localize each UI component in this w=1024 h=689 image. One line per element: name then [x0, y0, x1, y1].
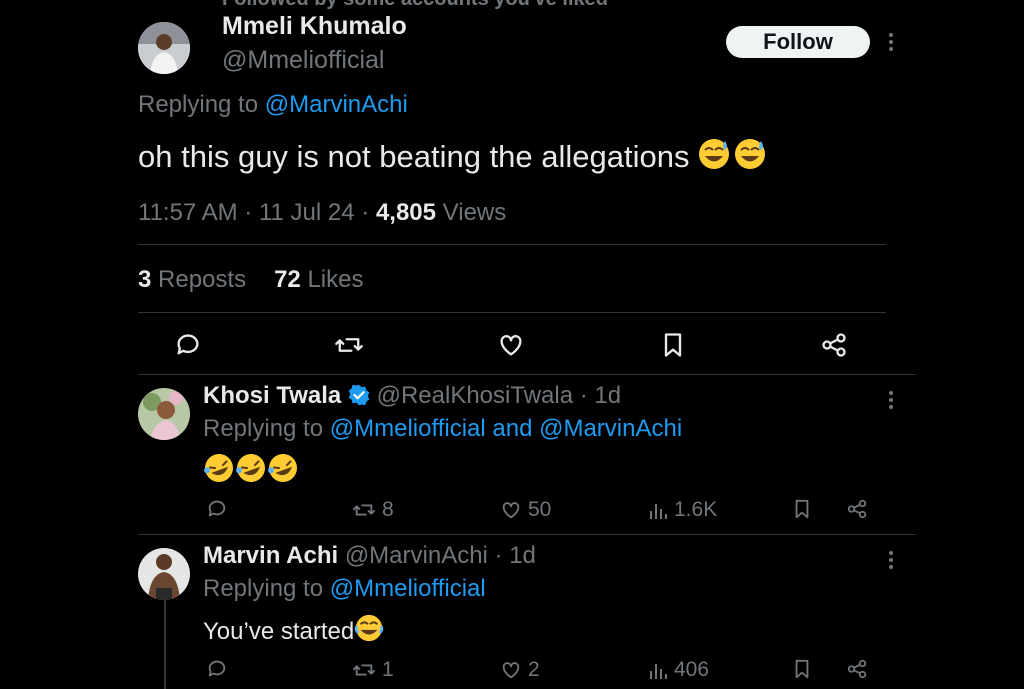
follow-button[interactable]: Follow [726, 26, 870, 58]
reply-author-name[interactable]: Marvin Achi [203, 542, 338, 569]
main-author-handle[interactable]: @Mmeliofficial [222, 46, 384, 75]
main-tweet-meta: 11:57 AM · 11 Jul 24 · 4,805 Views [138, 199, 507, 226]
reply-text-content: You’ve started [203, 618, 355, 645]
reply-header: Khosi Twala @RealKhosiTwala · 1d [203, 382, 622, 409]
avatar-khosi[interactable] [138, 388, 190, 440]
views-button[interactable]: 1.6K [648, 498, 717, 522]
reply-age[interactable]: 1d [594, 382, 621, 409]
more-options-icon[interactable] [886, 549, 896, 571]
views-count: 1.6K [674, 498, 718, 521]
like-icon [502, 502, 520, 519]
reply-author-handle[interactable]: @MarvinAchi [345, 542, 488, 569]
likes-stat[interactable]: 72 Likes [274, 266, 363, 293]
engagement-stats: 3 Reposts 72 Likes [138, 266, 363, 294]
reply-text [203, 452, 299, 485]
likes-label: Likes [307, 266, 364, 293]
avatar-marvin[interactable] [138, 548, 190, 600]
rolling-laughing-emoji-icon [203, 452, 299, 484]
reply-text: You’ve started [203, 613, 384, 646]
repost-icon [352, 504, 375, 516]
sweat-smile-emoji-icon [698, 137, 766, 171]
repost-count: 8 [382, 498, 394, 521]
main-tweet-text: oh this guy is not beating the allegatio… [138, 137, 766, 175]
reposts-count: 3 [138, 266, 152, 293]
thread-line [164, 600, 166, 689]
bookmark-icon[interactable] [660, 331, 686, 359]
tweet-text-content: oh this guy is not beating the allegatio… [138, 139, 690, 174]
like-button[interactable]: 50 [500, 498, 551, 522]
likes-count: 72 [274, 266, 301, 293]
share-icon[interactable] [846, 658, 868, 680]
views-count: 406 [674, 658, 710, 681]
replying-to-link[interactable]: @Mmeliofficial and @MarvinAchi [330, 415, 682, 442]
replying-to-link[interactable]: @MarvinAchi [265, 91, 408, 118]
like-icon[interactable] [497, 331, 525, 359]
bookmark-icon[interactable] [792, 498, 812, 520]
verified-badge-icon [348, 384, 370, 406]
reply-replying-to: Replying to @Mmeliofficial [203, 575, 486, 603]
more-options-icon[interactable] [886, 389, 896, 411]
reply-icon[interactable] [206, 658, 228, 680]
avatar-mmeli[interactable] [138, 22, 190, 74]
reposts-label: Reposts [158, 266, 247, 293]
divider [138, 244, 886, 245]
bookmark-icon[interactable] [792, 658, 812, 680]
like-count: 2 [528, 658, 540, 681]
followed-by-note: Followed by some accounts you've liked [222, 0, 608, 11]
replying-prefix: Replying to [138, 91, 265, 118]
divider [138, 374, 916, 375]
like-count: 50 [528, 498, 552, 521]
reply-icon[interactable] [174, 331, 202, 359]
main-replying-to: Replying to @MarvinAchi [138, 91, 408, 119]
reply-icon[interactable] [206, 498, 228, 520]
replying-prefix: Replying to [203, 415, 330, 442]
like-button[interactable]: 2 [500, 658, 540, 682]
main-author-name[interactable]: Mmeli Khumalo [222, 12, 407, 41]
share-icon[interactable] [820, 331, 848, 359]
views-icon [650, 504, 667, 519]
divider [138, 312, 886, 313]
share-icon[interactable] [846, 498, 868, 520]
reposts-stat[interactable]: 3 Reposts [138, 266, 246, 293]
repost-icon [352, 664, 375, 676]
tweet-time[interactable]: 11:57 AM [138, 199, 238, 226]
joy-emoji-icon [354, 613, 384, 643]
repost-button[interactable]: 8 [352, 498, 394, 522]
repost-icon[interactable] [334, 331, 364, 359]
divider [138, 534, 916, 535]
repost-button[interactable]: 1 [352, 658, 394, 682]
reply-author-name[interactable]: Khosi Twala [203, 382, 341, 409]
replying-to-link[interactable]: @Mmeliofficial [330, 575, 486, 602]
views-button[interactable]: 406 [648, 658, 709, 682]
like-icon [502, 662, 520, 679]
reply-replying-to: Replying to @Mmeliofficial and @MarvinAc… [203, 415, 682, 443]
more-options-icon[interactable] [886, 30, 896, 54]
repost-count: 1 [382, 658, 394, 681]
views-label: Views [442, 199, 507, 226]
reply-age[interactable]: 1d [509, 542, 536, 569]
views-icon [650, 664, 667, 679]
reply-header: Marvin Achi @MarvinAchi · 1d [203, 542, 536, 569]
views-count: 4,805 [375, 199, 436, 226]
reply-author-handle[interactable]: @RealKhosiTwala [377, 382, 573, 409]
replying-prefix: Replying to [203, 575, 330, 602]
tweet-date[interactable]: 11 Jul 24 [259, 199, 355, 226]
